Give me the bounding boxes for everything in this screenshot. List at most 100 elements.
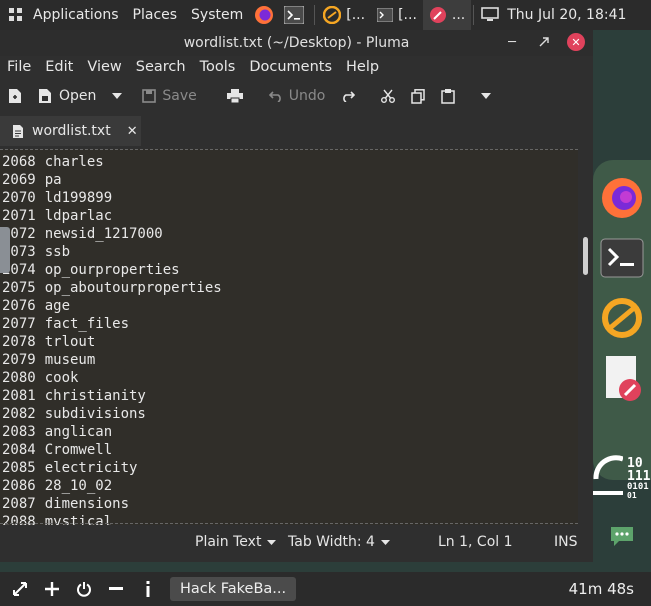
tab-label: wordlist.txt <box>32 123 111 139</box>
minus-button[interactable] <box>100 572 132 606</box>
copy-button[interactable] <box>411 88 426 104</box>
menu-grid-icon[interactable] <box>6 5 26 25</box>
add-button[interactable] <box>36 572 68 606</box>
taskbar-item-1-label: [... <box>346 7 366 23</box>
line-number: 2081 <box>2 388 36 404</box>
open-button[interactable]: Open <box>38 88 96 104</box>
cut-button[interactable] <box>381 89 396 103</box>
line-number: 2070 <box>2 190 36 206</box>
print-icon <box>226 89 243 103</box>
editor-line: 2079 museum <box>0 351 222 369</box>
toolbar: Open Save Undo <box>0 78 593 114</box>
editor-top-divider <box>0 149 578 150</box>
menu-edit[interactable]: Edit <box>38 59 80 75</box>
close-window-icon[interactable]: ✕ <box>567 33 585 51</box>
open-recent-dropdown[interactable] <box>112 93 123 99</box>
line-text: ldparlac <box>44 208 113 224</box>
line-number: 2080 <box>2 370 36 386</box>
print-button[interactable] <box>226 89 243 103</box>
dock-text-editor[interactable] <box>593 353 651 403</box>
line-text: trlout <box>44 334 96 350</box>
line-text: anglican <box>44 424 113 440</box>
line-text: Cromwell <box>44 442 113 458</box>
line-number: 2083 <box>2 424 36 440</box>
applications-menu[interactable]: Applications <box>26 7 126 23</box>
line-number: 2084 <box>2 442 36 458</box>
tab-width-selector[interactable]: Tab Width: 4 <box>288 534 390 550</box>
clock[interactable]: Thu Jul 20, 18:41 <box>500 7 633 23</box>
side-panel-handle[interactable] <box>0 227 10 273</box>
editor-line: 2086 28_10_02 <box>0 477 222 495</box>
menu-file[interactable]: File <box>0 59 38 75</box>
redo-icon <box>343 91 356 102</box>
system-menu[interactable]: System <box>184 7 250 23</box>
dock-binary-widget[interactable]: 10 111 0101 01 <box>593 443 651 513</box>
dock-terminal[interactable] <box>593 233 651 283</box>
dock-sync-app[interactable] <box>593 293 651 343</box>
editor-line: 2076 age <box>0 297 222 315</box>
firefox-launcher-icon[interactable] <box>254 5 274 25</box>
power-button[interactable] <box>68 572 100 606</box>
editor-line: 2078 trlout <box>0 333 222 351</box>
line-number: 2069 <box>2 172 36 188</box>
open-document-icon <box>39 89 51 103</box>
line-text: museum <box>44 352 96 368</box>
undo-button[interactable]: Undo <box>268 88 325 104</box>
info-button[interactable] <box>132 572 164 606</box>
paste-button[interactable] <box>441 88 456 104</box>
taskbar-item-3[interactable]: ... <box>422 0 472 30</box>
terminal-icon <box>600 238 644 278</box>
taskbar-item-1[interactable]: [... <box>317 0 371 30</box>
maximize-icon[interactable] <box>535 33 553 51</box>
menu-documents[interactable]: Documents <box>242 59 339 75</box>
editor-line: 2081 christianity <box>0 387 222 405</box>
line-text: fact_files <box>44 316 130 332</box>
statusbar: Plain Text Tab Width: 4 Ln 1, Col 1 INS <box>0 527 593 557</box>
expand-button[interactable] <box>4 572 36 606</box>
window-titlebar[interactable]: wordlist.txt (~/Desktop) - Pluma ─ ✕ <box>0 30 593 56</box>
toolbar-overflow-dropdown[interactable] <box>481 93 492 99</box>
display-icon[interactable] <box>480 5 500 25</box>
menu-view[interactable]: View <box>80 59 128 75</box>
paste-icon <box>441 89 456 104</box>
line-text: newsid_1217000 <box>44 226 163 242</box>
line-number: 2077 <box>2 316 36 332</box>
window-title: wordlist.txt (~/Desktop) - Pluma <box>183 35 410 51</box>
redo-button[interactable] <box>341 90 356 102</box>
close-tab-icon[interactable]: ✕ <box>127 124 138 139</box>
save-icon <box>142 89 157 103</box>
taskbar-item-2[interactable]: [... <box>371 0 423 30</box>
menu-help[interactable]: Help <box>339 59 386 75</box>
line-number: 2085 <box>2 460 36 476</box>
save-button[interactable]: Save <box>142 88 197 104</box>
scrollbar-thumb[interactable] <box>583 237 588 275</box>
right-dock: 10 111 0101 01 <box>593 30 651 562</box>
menu-tools[interactable]: Tools <box>193 59 243 75</box>
bottom-panel: Hack FakeBa... 41m 48s <box>0 572 651 606</box>
tab-wordlist[interactable]: wordlist.txt ✕ <box>0 116 141 146</box>
line-text: charles <box>44 154 104 170</box>
minimize-icon[interactable]: ─ <box>503 33 521 51</box>
editor-text-area[interactable]: 2068 charles 2069 pa 2070 ld199899 2071 ldparla… <box>0 149 578 525</box>
terminal-launcher-icon[interactable] <box>284 5 305 25</box>
dock-chat-app[interactable] <box>593 516 651 556</box>
places-menu[interactable]: Places <box>126 7 185 23</box>
menu-search[interactable]: Search <box>129 59 193 75</box>
language-selector[interactable]: Plain Text <box>195 534 277 550</box>
chevron-down-icon <box>267 539 277 545</box>
new-button[interactable] <box>8 88 22 104</box>
terminal-app-icon <box>377 8 394 22</box>
chevron-down-icon <box>380 539 390 545</box>
editor-line: 2068 charles <box>0 153 222 171</box>
bottom-task-button[interactable]: Hack FakeBa... <box>170 577 297 601</box>
dock-firefox[interactable] <box>593 173 651 223</box>
scissors-icon <box>381 89 396 103</box>
line-text: 28_10_02 <box>44 478 113 494</box>
line-text: age <box>44 298 71 314</box>
editor-line: 2087 dimensions <box>0 495 222 513</box>
editor-scrollbar[interactable] <box>578 149 593 525</box>
editor-bottom-divider <box>0 523 578 524</box>
session-timer: 41m 48s <box>568 580 634 598</box>
menubar: File Edit View Search Tools Documents He… <box>0 56 593 78</box>
editor-line: 2070 ld199899 <box>0 189 222 207</box>
